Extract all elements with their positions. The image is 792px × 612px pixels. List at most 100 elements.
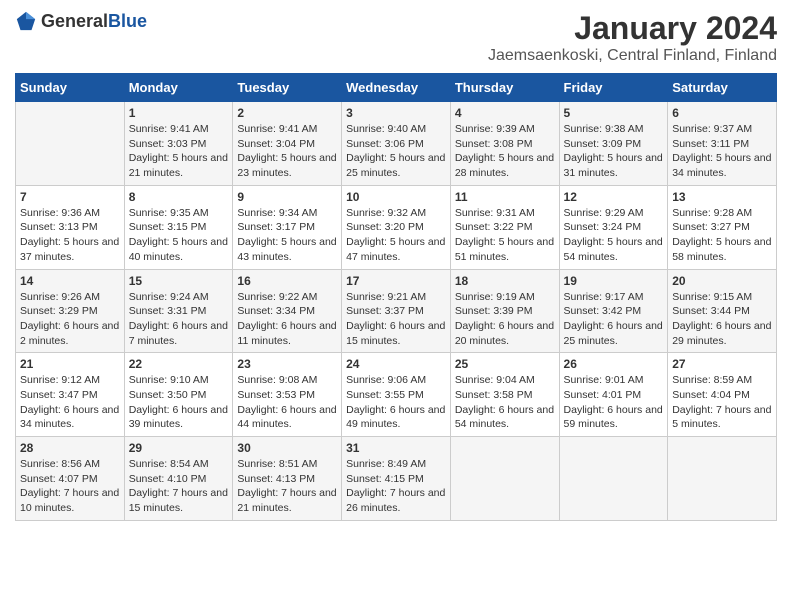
header-day-thursday: Thursday <box>450 74 559 102</box>
sunrise-text: Sunrise: 9:31 AM <box>455 206 555 221</box>
calendar-cell: 3Sunrise: 9:40 AMSunset: 3:06 PMDaylight… <box>342 102 451 186</box>
sunset-text: Sunset: 3:17 PM <box>237 220 337 235</box>
sunset-text: Sunset: 3:44 PM <box>672 304 772 319</box>
day-info: Sunrise: 9:15 AMSunset: 3:44 PMDaylight:… <box>672 290 772 349</box>
daylight-text: Daylight: 5 hours and 51 minutes. <box>455 235 555 264</box>
calendar-cell: 11Sunrise: 9:31 AMSunset: 3:22 PMDayligh… <box>450 185 559 269</box>
day-number: 6 <box>672 106 772 120</box>
day-number: 26 <box>564 357 664 371</box>
calendar-cell: 14Sunrise: 9:26 AMSunset: 3:29 PMDayligh… <box>16 269 125 353</box>
sunset-text: Sunset: 3:24 PM <box>564 220 664 235</box>
sunrise-text: Sunrise: 9:32 AM <box>346 206 446 221</box>
daylight-text: Daylight: 6 hours and 20 minutes. <box>455 319 555 348</box>
sunset-text: Sunset: 3:08 PM <box>455 137 555 152</box>
sunset-text: Sunset: 4:13 PM <box>237 472 337 487</box>
sunrise-text: Sunrise: 9:19 AM <box>455 290 555 305</box>
sunrise-text: Sunrise: 9:39 AM <box>455 122 555 137</box>
day-info: Sunrise: 9:29 AMSunset: 3:24 PMDaylight:… <box>564 206 664 265</box>
day-number: 25 <box>455 357 555 371</box>
sunset-text: Sunset: 3:11 PM <box>672 137 772 152</box>
day-info: Sunrise: 9:28 AMSunset: 3:27 PMDaylight:… <box>672 206 772 265</box>
header-day-monday: Monday <box>124 74 233 102</box>
calendar-cell: 29Sunrise: 8:54 AMSunset: 4:10 PMDayligh… <box>124 437 233 521</box>
sunset-text: Sunset: 3:39 PM <box>455 304 555 319</box>
day-number: 14 <box>20 274 120 288</box>
calendar-cell: 9Sunrise: 9:34 AMSunset: 3:17 PMDaylight… <box>233 185 342 269</box>
daylight-text: Daylight: 6 hours and 25 minutes. <box>564 319 664 348</box>
day-number: 20 <box>672 274 772 288</box>
sunset-text: Sunset: 3:53 PM <box>237 388 337 403</box>
calendar-cell: 6 Sunrise: 9:37 AMSunset: 3:11 PMDaylight… <box>668 102 777 186</box>
daylight-text: Daylight: 6 hours and 34 minutes. <box>20 403 120 432</box>
daylight-text: Daylight: 7 hours and 10 minutes. <box>20 486 120 515</box>
calendar-header-row: SundayMondayTuesdayWednesdayThursdayFrid… <box>16 74 777 102</box>
location-title: Jaemsaenkoski, Central Finland, Finland <box>488 47 777 65</box>
day-info: Sunrise: 9:41 AMSunset: 3:04 PMDaylight:… <box>237 122 337 181</box>
sunset-text: Sunset: 3:34 PM <box>237 304 337 319</box>
sunset-text: Sunset: 3:29 PM <box>20 304 120 319</box>
calendar-cell: 10Sunrise: 9:32 AMSunset: 3:20 PMDayligh… <box>342 185 451 269</box>
calendar-cell: 20 Sunrise: 9:15 AMSunset: 3:44 PMDayligh… <box>668 269 777 353</box>
day-number: 3 <box>346 106 446 120</box>
calendar-cell: 12Sunrise: 9:29 AMSunset: 3:24 PMDayligh… <box>559 185 668 269</box>
day-number: 7 <box>20 190 120 204</box>
calendar-week-row: 14Sunrise: 9:26 AMSunset: 3:29 PMDayligh… <box>16 269 777 353</box>
calendar-cell: 30Sunrise: 8:51 AMSunset: 4:13 PMDayligh… <box>233 437 342 521</box>
daylight-text: Daylight: 6 hours and 39 minutes. <box>129 403 229 432</box>
calendar-cell: 1Sunrise: 9:41 AMSunset: 3:03 PMDaylight… <box>124 102 233 186</box>
day-number: 22 <box>129 357 229 371</box>
calendar-week-row: 21Sunrise: 9:12 AMSunset: 3:47 PMDayligh… <box>16 353 777 437</box>
day-number: 23 <box>237 357 337 371</box>
day-info: Sunrise: 9:22 AMSunset: 3:34 PMDaylight:… <box>237 290 337 349</box>
sunset-text: Sunset: 3:31 PM <box>129 304 229 319</box>
day-number: 27 <box>672 357 772 371</box>
day-number: 5 <box>564 106 664 120</box>
day-number: 17 <box>346 274 446 288</box>
sunrise-text: Sunrise: 9:40 AM <box>346 122 446 137</box>
sunrise-text: Sunrise: 8:51 AM <box>237 457 337 472</box>
daylight-text: Daylight: 5 hours and 34 minutes. <box>672 151 772 180</box>
header-day-friday: Friday <box>559 74 668 102</box>
day-info: Sunrise: 9:36 AMSunset: 3:13 PMDaylight:… <box>20 206 120 265</box>
calendar-cell: 13 Sunrise: 9:28 AMSunset: 3:27 PMDayligh… <box>668 185 777 269</box>
day-number: 18 <box>455 274 555 288</box>
day-number: 8 <box>129 190 229 204</box>
daylight-text: Daylight: 6 hours and 49 minutes. <box>346 403 446 432</box>
day-info: Sunrise: 9:38 AMSunset: 3:09 PMDaylight:… <box>564 122 664 181</box>
calendar-week-row: 7 Sunrise: 9:36 AMSunset: 3:13 PMDaylight… <box>16 185 777 269</box>
sunrise-text: Sunrise: 9:22 AM <box>237 290 337 305</box>
day-info: Sunrise: 9:12 AMSunset: 3:47 PMDaylight:… <box>20 373 120 432</box>
logo-icon <box>15 10 37 32</box>
day-info: Sunrise: 9:39 AMSunset: 3:08 PMDaylight:… <box>455 122 555 181</box>
day-number: 9 <box>237 190 337 204</box>
sunrise-text: Sunrise: 9:04 AM <box>455 373 555 388</box>
month-title: January 2024 <box>488 10 777 47</box>
sunrise-text: Sunrise: 9:21 AM <box>346 290 446 305</box>
sunrise-text: Sunrise: 8:49 AM <box>346 457 446 472</box>
calendar-cell <box>559 437 668 521</box>
sunrise-text: Sunrise: 9:34 AM <box>237 206 337 221</box>
day-number: 4 <box>455 106 555 120</box>
sunset-text: Sunset: 3:27 PM <box>672 220 772 235</box>
calendar-cell <box>450 437 559 521</box>
sunrise-text: Sunrise: 9:35 AM <box>129 206 229 221</box>
day-number: 19 <box>564 274 664 288</box>
sunset-text: Sunset: 3:47 PM <box>20 388 120 403</box>
daylight-text: Daylight: 7 hours and 15 minutes. <box>129 486 229 515</box>
sunrise-text: Sunrise: 9:08 AM <box>237 373 337 388</box>
header-day-saturday: Saturday <box>668 74 777 102</box>
day-info: Sunrise: 9:37 AMSunset: 3:11 PMDaylight:… <box>672 122 772 181</box>
day-number: 13 <box>672 190 772 204</box>
day-info: Sunrise: 9:17 AMSunset: 3:42 PMDaylight:… <box>564 290 664 349</box>
calendar-cell: 5 Sunrise: 9:38 AMSunset: 3:09 PMDaylight… <box>559 102 668 186</box>
title-section: January 2024 Jaemsaenkoski, Central Finl… <box>488 10 777 65</box>
sunset-text: Sunset: 4:04 PM <box>672 388 772 403</box>
sunset-text: Sunset: 3:55 PM <box>346 388 446 403</box>
sunrise-text: Sunrise: 9:01 AM <box>564 373 664 388</box>
day-number: 31 <box>346 441 446 455</box>
daylight-text: Daylight: 6 hours and 11 minutes. <box>237 319 337 348</box>
logo-general-text: General <box>41 11 108 31</box>
calendar-cell: 8Sunrise: 9:35 AMSunset: 3:15 PMDaylight… <box>124 185 233 269</box>
sunrise-text: Sunrise: 9:36 AM <box>20 206 120 221</box>
day-number: 29 <box>129 441 229 455</box>
